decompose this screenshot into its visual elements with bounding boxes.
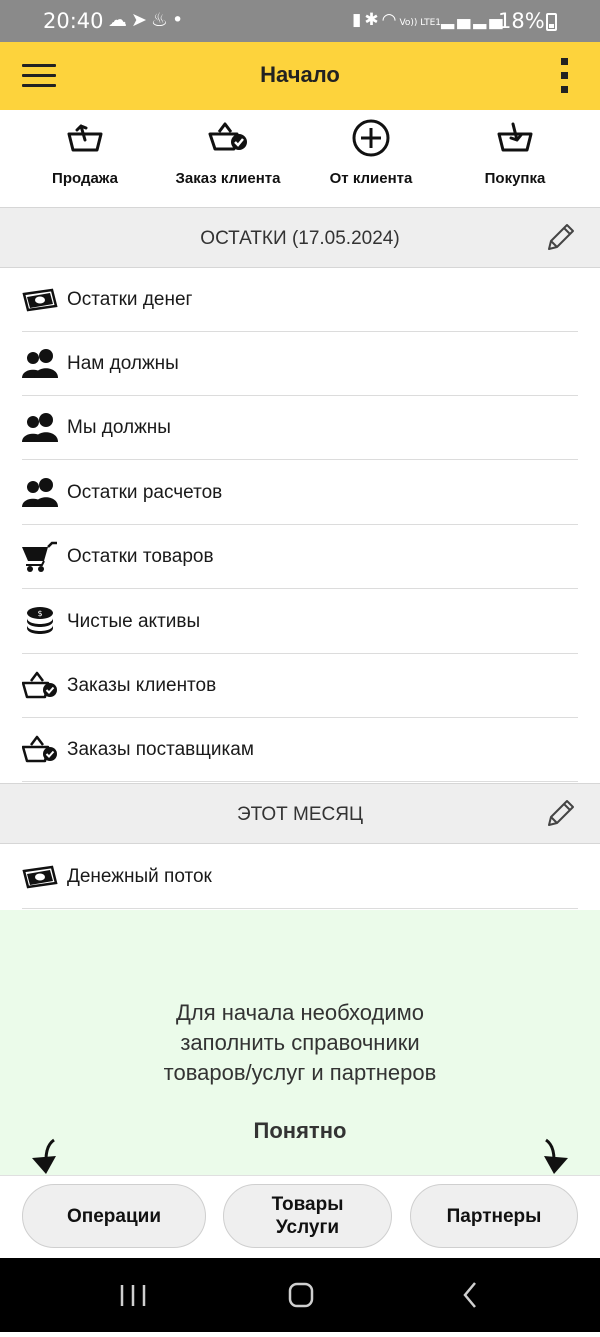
- system-icons: ▮✱◠Vo)) LTE1▂▄▂▄: [352, 10, 505, 30]
- signal-icon: ▂▄: [441, 10, 474, 30]
- svg-text:$: $: [37, 609, 42, 618]
- client-order-label: Заказ клиента: [175, 170, 281, 187]
- status-time: 20:40: [43, 9, 104, 33]
- list-item-goods-balance[interactable]: Остатки товаров: [22, 525, 578, 589]
- arrow-down-left-icon: [32, 1138, 56, 1174]
- basket-check-icon: [22, 735, 57, 763]
- wifi-icon: ◠: [381, 10, 400, 30]
- basket-check-icon: [208, 122, 247, 151]
- notification-icons: ☁➤♨•: [108, 9, 187, 31]
- list-item-label: Нам должны: [67, 353, 179, 374]
- people-icon: [22, 478, 58, 507]
- money-icon: [22, 865, 58, 889]
- basket-in-icon: [497, 122, 533, 152]
- operations-label: Операции: [66, 1205, 162, 1227]
- hint-line: заполнить справочники: [180, 1030, 420, 1055]
- sale-label: Продажа: [52, 170, 118, 187]
- back-icon: [463, 1282, 476, 1308]
- list-item-supplier-orders[interactable]: Заказы поставщикам: [22, 718, 578, 782]
- bluetooth-icon: ✱: [364, 10, 382, 30]
- sale-button[interactable]: Продажа: [40, 110, 130, 207]
- people-icon: [22, 413, 58, 442]
- list-item-label: Заказы поставщикам: [67, 739, 254, 760]
- operations-button[interactable]: Операции: [22, 1184, 206, 1248]
- services-label: Услуги: [275, 1217, 340, 1238]
- balances-section-title: ОСТАТКИ (17.05.2024): [200, 228, 400, 249]
- edit-pencil-icon[interactable]: [544, 798, 576, 830]
- from-client-label: От клиента: [329, 170, 413, 187]
- quick-actions: Продажа Заказ клиента От клиента Покупка: [0, 110, 600, 207]
- partners-label: Партнеры: [446, 1205, 542, 1227]
- page-title: Начало: [260, 62, 340, 87]
- volte-icon: Vo)) LTE1: [399, 18, 441, 28]
- home-icon: [288, 1282, 314, 1308]
- from-client-button[interactable]: От клиента: [320, 110, 422, 207]
- list-item-money-balance[interactable]: Остатки денег: [22, 268, 578, 332]
- recents-icon: [120, 1285, 146, 1306]
- hint-line: товаров/услуг и партнеров: [163, 1060, 437, 1085]
- back-button[interactable]: [410, 1258, 530, 1332]
- onboarding-hint-panel: Для начала необходимо заполнить справочн…: [0, 910, 600, 1175]
- money-icon: [22, 288, 58, 312]
- list-item-label: Остатки денег: [67, 289, 193, 310]
- month-section-title: ЭТОТ МЕСЯЦ: [236, 804, 364, 825]
- purchase-button[interactable]: Покупка: [470, 110, 560, 207]
- purchase-label: Покупка: [484, 170, 546, 187]
- cart-icon: [22, 541, 57, 572]
- list-item-label: Денежный поток: [67, 866, 212, 887]
- edit-pencil-icon[interactable]: [544, 222, 576, 254]
- flame-icon: ♨: [150, 9, 172, 31]
- battery-icon: [546, 13, 557, 31]
- onboarding-hint-text: Для начала необходимо заполнить справочн…: [0, 998, 600, 1088]
- battery-percent: 18%: [498, 9, 545, 33]
- status-bar: 20:40 ☁➤♨• ▮✱◠Vo)) LTE1▂▄▂▄ 18%: [0, 0, 600, 42]
- bottom-tab-bar: Операции Товары Услуги Партнеры: [0, 1175, 600, 1259]
- list-item-label: Остатки товаров: [67, 546, 214, 567]
- partners-button[interactable]: Партнеры: [410, 1184, 578, 1248]
- cloud-icon: ☁: [108, 9, 131, 31]
- hint-line: Для начала необходимо: [175, 1000, 425, 1025]
- list-item-label: Заказы клиентов: [67, 675, 217, 696]
- list-item-label: Мы должны: [67, 417, 171, 438]
- list-item-we-owe[interactable]: Мы должны: [22, 396, 578, 460]
- list-item-settlements-balance[interactable]: Остатки расчетов: [22, 461, 578, 525]
- month-section-header: ЭТОТ МЕСЯЦ: [0, 783, 600, 844]
- arrow-down-right-icon: [544, 1138, 568, 1174]
- home-button[interactable]: [240, 1258, 360, 1332]
- list-item-client-orders[interactable]: Заказы клиентов: [22, 654, 578, 718]
- telegram-icon: ➤: [131, 9, 151, 31]
- basket-out-icon: [67, 124, 103, 152]
- got-it-button[interactable]: Понятно: [0, 1118, 600, 1144]
- goods-label: Товары: [271, 1194, 344, 1215]
- list-item-owed-to-us[interactable]: Нам должны: [22, 332, 578, 396]
- coins-stack-icon: $: [27, 607, 53, 634]
- dot-icon: •: [171, 9, 188, 31]
- list-item-label: Остатки расчетов: [67, 482, 223, 503]
- basket-check-icon: [22, 671, 57, 699]
- client-order-button[interactable]: Заказ клиента: [163, 110, 293, 207]
- balances-section-header: ОСТАТКИ (17.05.2024): [0, 207, 600, 268]
- more-options-icon[interactable]: [558, 58, 572, 94]
- list-item-net-assets[interactable]: $ Чистые активы: [22, 590, 578, 654]
- system-nav-bar: [0, 1258, 600, 1332]
- recents-button[interactable]: [72, 1258, 192, 1332]
- list-item-cash-flow[interactable]: Денежный поток: [22, 845, 578, 909]
- list-item-label: Чистые активы: [67, 611, 201, 632]
- sim-icon: ▮: [352, 10, 365, 30]
- app-bar: Начало: [0, 42, 600, 111]
- goods-services-button[interactable]: Товары Услуги: [223, 1184, 392, 1248]
- people-icon: [22, 349, 58, 378]
- plus-circle-icon: [352, 119, 390, 157]
